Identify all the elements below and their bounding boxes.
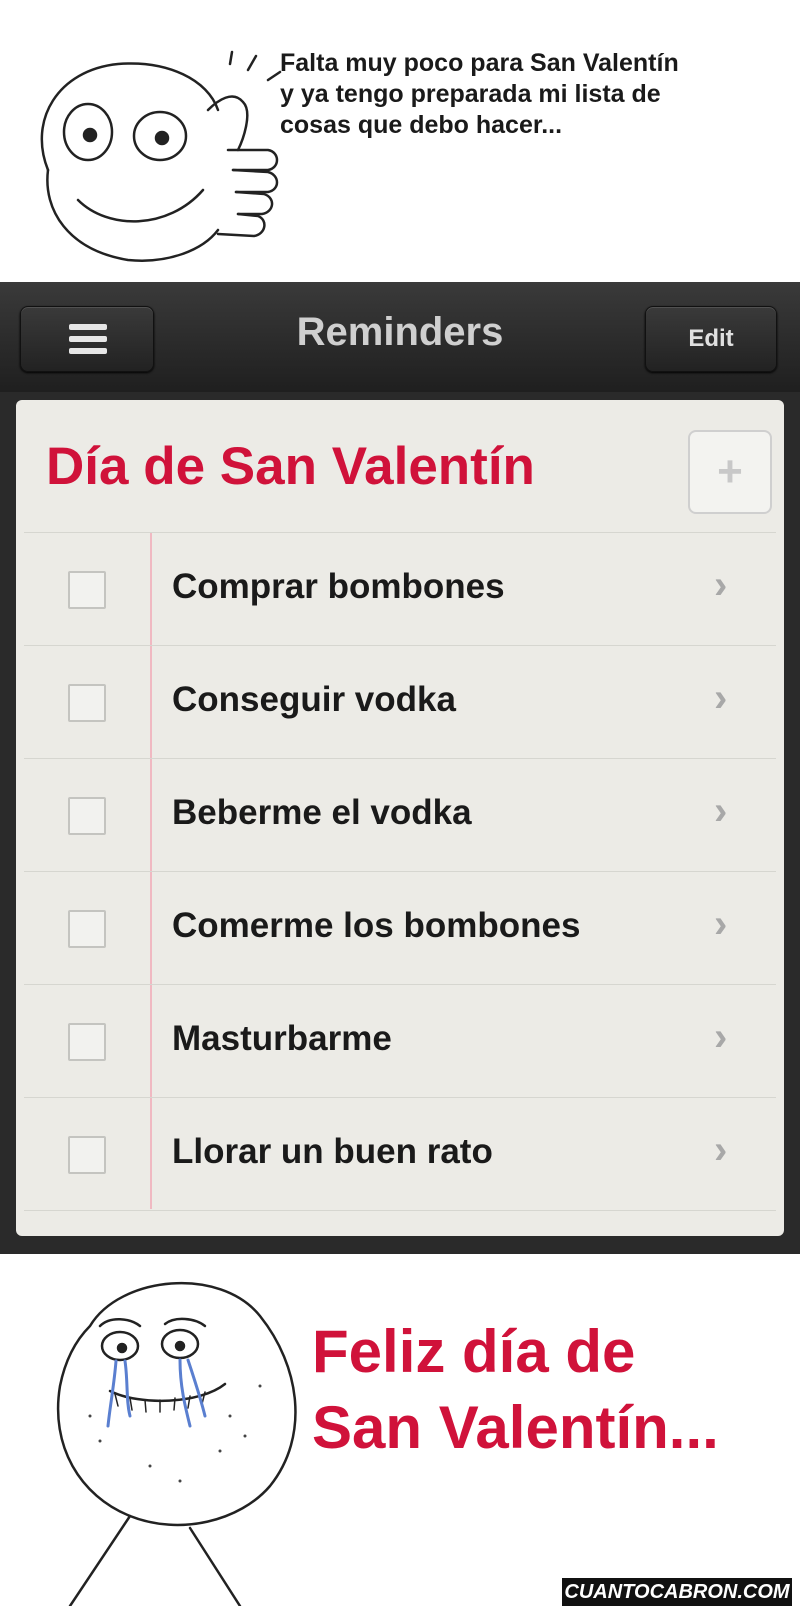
checkbox[interactable] [68,1136,106,1174]
checkbox[interactable] [68,1023,106,1061]
list-item-text: Comprar bombones [172,567,505,606]
reminder-list-card: Día de San Valentín + Comprar bombones ›… [16,400,784,1236]
plus-icon: + [717,447,743,496]
list-item[interactable]: Masturbarme › [24,985,776,1098]
chevron-right-icon[interactable]: › [714,902,727,947]
list-item-text: Conseguir vodka [172,680,456,719]
list-title: Día de San Valentín [46,437,535,496]
list-item-text: Llorar un buen rato [172,1132,493,1171]
list-item-text: Masturbarme [172,1019,392,1058]
chevron-right-icon[interactable]: › [714,676,727,721]
list-item[interactable]: Comprar bombones › [24,533,776,646]
list-item[interactable]: Comerme los bombones › [24,872,776,985]
happy-rage-face-thumbs-up-icon [40,50,282,262]
checkbox[interactable] [68,797,106,835]
list-item-text: Comerme los bombones [172,906,581,945]
bottom-panel: Feliz día de San Valentín... CUANTOCABRO… [0,1254,800,1611]
checkbox[interactable] [68,910,106,948]
chevron-right-icon[interactable]: › [714,563,727,608]
list-item[interactable]: Beberme el vodka › [24,759,776,872]
reminders-app-screen: Reminders Edit Día de San Valentín + Com… [0,282,800,1254]
checkbox[interactable] [68,571,106,609]
forever-alone-face-icon [56,1281,297,1606]
chevron-right-icon[interactable]: › [714,1015,727,1060]
reminder-rows: Comprar bombones › Conseguir vodka › Beb… [24,532,776,1211]
add-reminder-button[interactable]: + [688,430,772,514]
bottom-caption: Feliz día de San Valentín... [312,1318,719,1461]
navigation-bar: Reminders Edit [0,282,800,392]
list-item-text: Beberme el vodka [172,793,472,832]
chevron-right-icon[interactable]: › [714,789,727,834]
checkbox[interactable] [68,684,106,722]
top-caption: Falta muy poco para San Valentín y ya te… [280,49,679,139]
chevron-right-icon[interactable]: › [714,1128,727,1173]
site-watermark: CUANTOCABRON.COM [562,1578,792,1606]
top-panel: Falta muy poco para San Valentín y ya te… [0,0,800,282]
edit-button[interactable]: Edit [645,306,777,372]
list-item[interactable]: Conseguir vodka › [24,646,776,759]
list-item[interactable]: Llorar un buen rato › [24,1098,776,1211]
